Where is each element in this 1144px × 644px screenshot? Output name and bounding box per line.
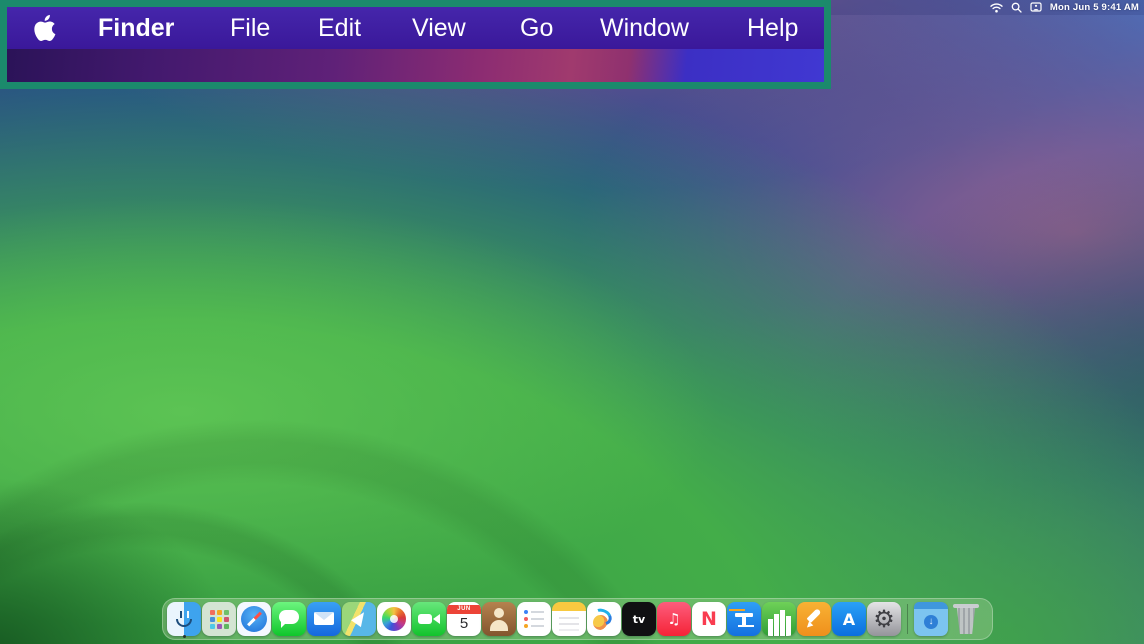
- calendar-day-label: 5: [460, 614, 468, 634]
- gear-icon: ⚙: [873, 602, 895, 636]
- magnified-wallpaper-band: [7, 49, 824, 82]
- wifi-icon[interactable]: [990, 2, 1003, 13]
- menu-item-go[interactable]: Go: [520, 7, 553, 49]
- dock-icon-photos[interactable]: [377, 602, 411, 636]
- dock-icon-news[interactable]: N: [692, 602, 726, 636]
- menu-item-view[interactable]: View: [412, 7, 466, 49]
- menu-bar-highlight-box: Finder File Edit View Go Window Help: [0, 0, 831, 89]
- dock-icon-downloads-folder[interactable]: ↓: [914, 602, 948, 636]
- spotlight-search-icon[interactable]: [1011, 2, 1022, 13]
- finder-running-indicator: [183, 635, 186, 638]
- dock-icon-launchpad[interactable]: [202, 602, 236, 636]
- menu-item-window[interactable]: Window: [600, 7, 689, 49]
- download-arrow-icon: ↓: [924, 615, 938, 629]
- menu-item-help[interactable]: Help: [747, 7, 798, 49]
- dock-icon-notes[interactable]: [552, 602, 586, 636]
- tv-glyph: tv: [633, 613, 645, 626]
- music-note-glyph: ♫: [667, 610, 680, 628]
- dock-icon-system-settings[interactable]: ⚙: [867, 602, 901, 636]
- menu-item-finder[interactable]: Finder: [98, 7, 174, 49]
- dock-icon-pages[interactable]: [797, 602, 831, 636]
- news-glyph: N: [701, 608, 717, 630]
- status-area: Mon Jun 5 9:41 AM: [990, 0, 1139, 15]
- calendar-month-label: JUN: [447, 605, 481, 614]
- dock-icon-music[interactable]: ♫: [657, 602, 691, 636]
- dock-icon-maps[interactable]: [342, 602, 376, 636]
- dock-icon-contacts[interactable]: [482, 602, 516, 636]
- dock-icon-keynote[interactable]: [727, 602, 761, 636]
- desktop: Mon Jun 5 9:41 AM Finder File Edit View …: [0, 0, 1144, 644]
- dock-icon-numbers[interactable]: [762, 602, 796, 636]
- dock-icon-finder[interactable]: [167, 602, 201, 636]
- dock-icon-facetime[interactable]: [412, 602, 446, 636]
- menu-bar-magnified: Finder File Edit View Go Window Help: [7, 7, 824, 49]
- dock-icon-messages[interactable]: [272, 602, 306, 636]
- dock-icon-safari[interactable]: [237, 602, 271, 636]
- dock: JUN 5 tv ♫ N A ⚙ ↓: [162, 598, 993, 640]
- dock-icon-trash[interactable]: [949, 602, 983, 636]
- dock-icon-freeform[interactable]: [587, 602, 621, 636]
- dock-icon-mail[interactable]: [307, 602, 341, 636]
- app-store-glyph: A: [843, 610, 855, 629]
- menu-item-edit[interactable]: Edit: [318, 7, 361, 49]
- screen-sharing-icon[interactable]: [1030, 2, 1042, 13]
- menu-bar-clock[interactable]: Mon Jun 5 9:41 AM: [1050, 2, 1139, 13]
- dock-icon-app-store[interactable]: A: [832, 602, 866, 636]
- wallpaper: [0, 0, 1144, 644]
- apple-menu-icon[interactable]: [33, 13, 59, 48]
- menu-item-file[interactable]: File: [230, 7, 270, 49]
- dock-icon-calendar[interactable]: JUN 5: [447, 602, 481, 636]
- dock-divider: [907, 604, 908, 634]
- dock-icon-tv[interactable]: tv: [622, 602, 656, 636]
- dock-icon-reminders[interactable]: [517, 602, 551, 636]
